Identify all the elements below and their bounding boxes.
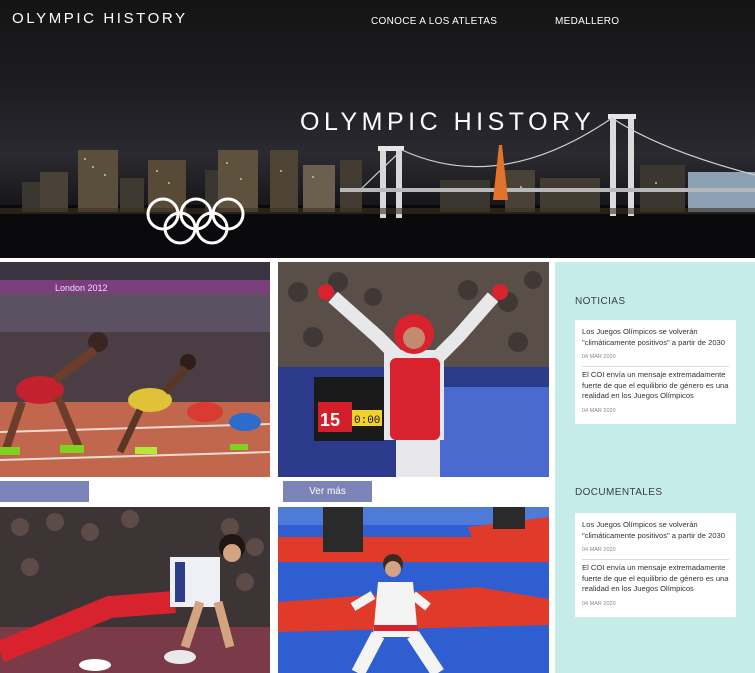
news-title[interactable]: Los Juegos Olímpicos se volverán "climát… (582, 327, 729, 348)
documentary-date: 04 MAR 2020 (582, 547, 616, 553)
noticias-card: Los Juegos Olímpicos se volverán "climát… (575, 320, 736, 424)
documentary-title[interactable]: Los Juegos Olímpicos se volverán "climát… (582, 520, 729, 541)
nav-conoce-atletas[interactable]: CONOCE A LOS ATLETAS (371, 16, 497, 27)
documentary-item[interactable]: Los Juegos Olímpicos se volverán "climát… (582, 517, 729, 560)
photo-karate[interactable] (278, 507, 549, 673)
news-date: 04 MAR 2020 (582, 354, 616, 360)
photo-gymnast[interactable] (0, 507, 270, 673)
photo-taekwondo-winner[interactable]: 15 0:00 (278, 262, 549, 477)
documentary-date: 04 MAR 2020 (582, 600, 616, 607)
news-date: 04 MAR 2020 (582, 407, 616, 414)
ver-mas-button-1[interactable] (0, 481, 89, 502)
nav-medallero[interactable]: MEDALLERO (555, 16, 619, 27)
section-title-noticias: NOTICIAS (575, 296, 626, 307)
london-2012-sign: London 2012 (55, 283, 108, 293)
brand-logo[interactable]: OLYMPIC HISTORY (12, 10, 188, 27)
news-item[interactable]: El COI envía un mensaje extremadamente f… (582, 367, 729, 420)
hero-title: OLYMPIC HISTORY (300, 108, 596, 136)
news-item[interactable]: Los Juegos Olímpicos se volverán "climát… (582, 324, 729, 367)
documentales-card: Los Juegos Olímpicos se volverán "climát… (575, 513, 736, 617)
photo-sprinters[interactable]: London 2012 (0, 262, 270, 477)
documentary-title[interactable]: El COI envía un mensaje extremadamente f… (582, 563, 729, 595)
scoreboard-score: 15 (320, 410, 340, 430)
hero-banner: OLYMPIC HISTORY CONOCE A LOS ATLETAS MED… (0, 0, 755, 258)
documentary-item[interactable]: El COI envía un mensaje extremadamente f… (582, 560, 729, 613)
scoreboard-time: 0:00 (354, 415, 380, 427)
news-title[interactable]: El COI envía un mensaje extremadamente f… (582, 370, 729, 402)
section-title-documentales: DOCUMENTALES (575, 487, 663, 498)
sidebar: NOTICIAS Los Juegos Olímpicos se volverá… (555, 262, 755, 673)
ver-mas-button-2[interactable]: Ver más (283, 481, 372, 502)
